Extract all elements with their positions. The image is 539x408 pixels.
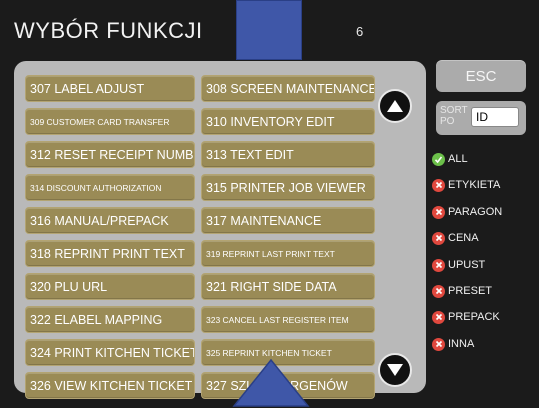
check-icon — [432, 152, 445, 166]
cross-icon — [432, 284, 445, 298]
filter-label: PREPACK — [448, 311, 500, 323]
filter-item[interactable]: PREPACK — [432, 309, 500, 325]
cross-icon — [432, 310, 445, 324]
function-button[interactable]: 312 RESET RECEIPT NUMBER — [25, 141, 195, 168]
filter-item[interactable]: ETYKIETA — [432, 177, 500, 193]
function-button[interactable]: 314 DISCOUNT AUTHORIZATION — [25, 174, 195, 201]
arrow-up-icon — [387, 100, 403, 112]
function-button[interactable]: 319 REPRINT LAST PRINT TEXT — [201, 240, 375, 267]
filter-label: PRESET — [448, 285, 493, 297]
filter-label: ALL — [448, 153, 468, 165]
function-button[interactable]: 308 SCREEN MAINTENANCE — [201, 75, 375, 102]
function-button[interactable]: 309 CUSTOMER CARD TRANSFER — [25, 108, 195, 135]
function-button[interactable]: 322 ELABEL MAPPING — [25, 306, 195, 333]
filter-item[interactable]: CENA — [432, 230, 479, 246]
sort-field[interactable]: ID — [471, 107, 519, 127]
bottom-marker — [232, 358, 310, 407]
filter-label: ETYKIETA — [448, 179, 501, 191]
arrow-down-icon — [387, 364, 403, 376]
scroll-down-button[interactable] — [378, 353, 412, 387]
filter-label: UPUST — [448, 259, 486, 271]
filter-label: PARAGON — [448, 206, 503, 218]
function-button[interactable]: 307 LABEL ADJUST — [25, 75, 195, 102]
function-button[interactable]: 323 CANCEL LAST REGISTER ITEM — [201, 306, 375, 333]
function-button[interactable]: 326 VIEW KITCHEN TICKET — [25, 372, 195, 399]
filter-item[interactable]: PARAGON — [432, 204, 502, 220]
function-button[interactable]: 310 INVENTORY EDIT — [201, 108, 375, 135]
function-button[interactable]: 321 RIGHT SIDE DATA — [201, 273, 375, 300]
function-list-panel: 307 LABEL ADJUST 308 SCREEN MAINTENANCE 30… — [14, 61, 426, 399]
filter-label: INNA — [448, 338, 475, 350]
top-marker — [236, 0, 302, 60]
cross-icon — [432, 178, 445, 192]
page-title: WYBÓR FUNKCJI — [14, 18, 203, 43]
sort-label: SORT PO — [440, 105, 468, 127]
function-button[interactable]: 317 MAINTENANCE — [201, 207, 375, 234]
cross-icon — [432, 337, 445, 351]
function-button[interactable]: 315 PRINTER JOB VIEWER — [201, 174, 375, 201]
function-button[interactable]: 316 MANUAL/PREPACK — [25, 207, 195, 234]
filter-label: CENA — [448, 232, 479, 244]
page-number: 6 — [356, 24, 364, 39]
filter-item[interactable]: ALL — [432, 151, 468, 167]
function-button[interactable]: 324 PRINT KITCHEN TICKET — [25, 339, 195, 366]
function-button[interactable]: 320 PLU URL — [25, 273, 195, 300]
filter-item[interactable]: INNA — [432, 336, 474, 352]
cross-icon — [432, 205, 445, 219]
scroll-up-button[interactable] — [378, 89, 412, 123]
cross-icon — [432, 258, 445, 272]
filter-item[interactable]: UPUST — [432, 257, 485, 273]
filter-item[interactable]: PRESET — [432, 283, 492, 299]
function-button[interactable]: 313 TEXT EDIT — [201, 141, 375, 168]
esc-button[interactable]: ESC — [436, 60, 526, 92]
cross-icon — [432, 231, 445, 245]
sort-control: SORT PO ID — [436, 101, 526, 135]
function-button[interactable]: 318 REPRINT PRINT TEXT — [25, 240, 195, 267]
